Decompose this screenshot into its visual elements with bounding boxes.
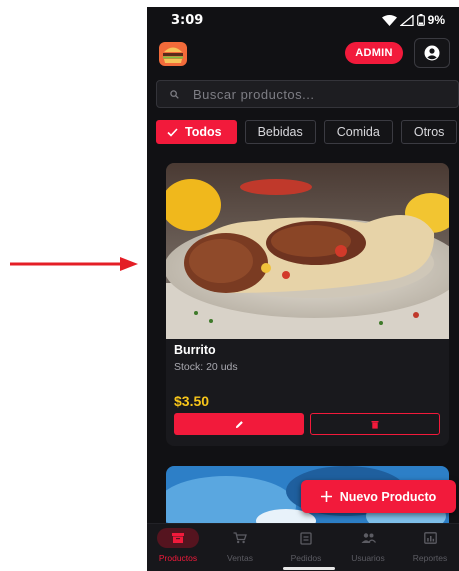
status-time: 3:09	[171, 13, 204, 28]
filter-chip-todos[interactable]: Todos	[156, 120, 237, 144]
nav-item-usuarios[interactable]: Usuarios	[337, 528, 399, 568]
search-input[interactable]	[193, 86, 433, 102]
trash-icon	[371, 420, 379, 429]
new-product-label: Nuevo Producto	[339, 489, 437, 504]
nav-item-ventas[interactable]: Ventas	[209, 528, 271, 568]
delete-product-button[interactable]	[310, 413, 440, 435]
product-image	[166, 163, 449, 339]
nav-item-pedidos[interactable]: Pedidos	[275, 528, 337, 568]
nav-label: Usuarios	[351, 553, 385, 563]
filter-chip-label: Todos	[185, 125, 222, 139]
pencil-icon	[235, 420, 243, 428]
battery-percent: 9%	[427, 13, 445, 27]
edit-product-button[interactable]	[174, 413, 304, 435]
nav-label: Ventas	[227, 553, 253, 563]
filter-chip-label: Comida	[336, 125, 380, 139]
filter-chip-label: Bebidas	[257, 125, 303, 139]
box-icon	[157, 528, 199, 548]
phone-screen: 3:09 9% ADMIN Buscar productos... Todos …	[147, 7, 459, 571]
category-filters: Todos Bebidas Comida Otros	[156, 120, 458, 144]
chart-icon	[409, 528, 451, 548]
nav-label: Reportes	[412, 553, 448, 563]
nav-item-reportes[interactable]: Reportes	[399, 528, 459, 568]
plus-icon	[320, 491, 332, 502]
profile-button[interactable]	[414, 38, 450, 68]
pointer-arrow-icon	[10, 257, 138, 271]
product-name: Burrito	[174, 343, 216, 357]
battery-icon	[416, 14, 425, 26]
status-bar: 3:09 9%	[147, 7, 459, 37]
product-price: $3.50	[174, 393, 210, 409]
app-logo-icon	[158, 41, 188, 67]
cart-icon	[219, 528, 261, 548]
product-stock: Stock: 20 uds	[174, 361, 238, 373]
user-circle-icon	[424, 45, 440, 61]
search-icon	[170, 89, 179, 99]
status-icons: 9%	[381, 13, 445, 27]
signal-icon	[399, 14, 414, 26]
bottom-nav: Productos Ventas Pedidos Usuarios Report…	[147, 523, 459, 571]
clipboard-icon	[285, 528, 327, 548]
search-bar[interactable]	[156, 80, 459, 108]
check-icon	[167, 127, 178, 137]
filter-chip-bebidas[interactable]: Bebidas	[244, 120, 316, 144]
users-icon	[347, 528, 389, 548]
product-card[interactable]: Burrito Stock: 20 uds $3.50	[166, 163, 449, 446]
filter-chip-label: Otros	[413, 125, 445, 139]
wifi-icon	[381, 14, 397, 26]
home-indicator[interactable]	[283, 567, 335, 570]
nav-label: Pedidos	[290, 553, 322, 563]
filter-chip-comida[interactable]: Comida	[323, 120, 393, 144]
new-product-button[interactable]: Nuevo Producto	[301, 480, 456, 513]
filter-chip-otros[interactable]: Otros	[400, 120, 458, 144]
nav-label: Productos	[158, 553, 198, 563]
nav-item-productos[interactable]: Productos	[147, 528, 209, 568]
admin-badge: ADMIN	[345, 42, 403, 64]
